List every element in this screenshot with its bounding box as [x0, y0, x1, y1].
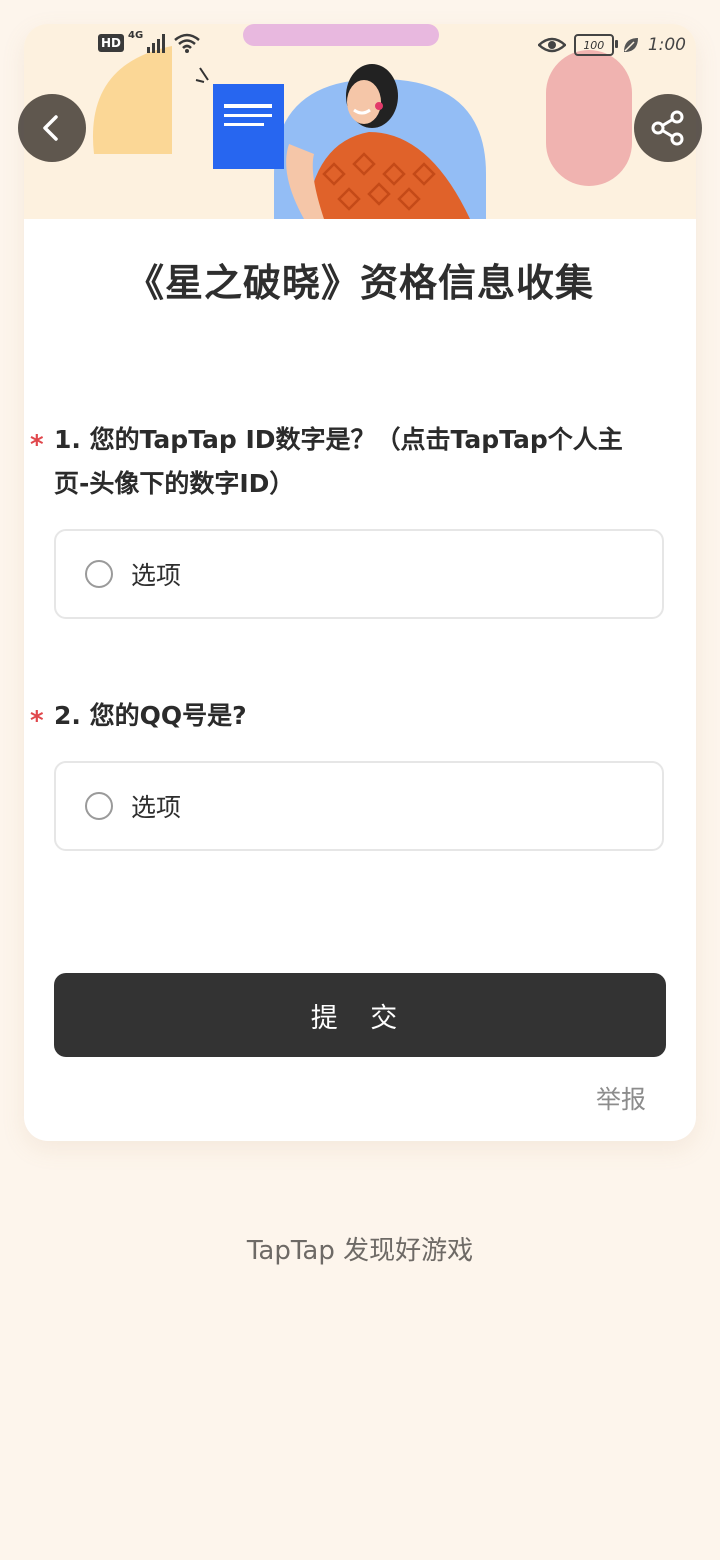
back-button[interactable] [18, 94, 86, 162]
form-title: 《星之破晓》资格信息收集 [125, 261, 594, 305]
required-mark: * [30, 430, 44, 460]
option-label: 选项 [131, 561, 182, 590]
question-2-option[interactable]: 选项 [54, 761, 664, 851]
status-bar-right: 100 1:00 [537, 30, 686, 60]
page: 《星之破晓》资格信息收集 * 1. 您的TapTap ID数字是？（点击TapT… [0, 0, 720, 1560]
leaf-icon [623, 38, 638, 52]
report-link[interactable]: 举报 [596, 1080, 646, 1116]
battery-level: 100 [583, 38, 605, 52]
option-label: 选项 [131, 793, 182, 822]
signal-icon [147, 34, 166, 53]
eye-icon [537, 37, 566, 53]
footer-tagline: TapTap 发现好游戏 [246, 1236, 474, 1266]
question-1-option[interactable]: 选项 [54, 529, 664, 619]
radio-circle-icon[interactable] [85, 560, 113, 588]
required-mark: * [30, 706, 44, 736]
hd-badge: HD [98, 34, 125, 52]
share-button[interactable] [634, 94, 702, 162]
status-bar-left: HD 4G [98, 30, 201, 56]
battery-icon: 100 [573, 34, 618, 56]
submit-button[interactable]: 提 交 [54, 973, 666, 1057]
status-time: 1:00 [647, 35, 686, 55]
wifi-icon [174, 33, 200, 53]
chevron-left-icon [43, 115, 58, 141]
radio-circle-icon[interactable] [85, 792, 113, 820]
share-icon [651, 110, 684, 146]
question-2-text: 2. 您的QQ号是? [54, 701, 247, 730]
form-card: 《星之破晓》资格信息收集 * 1. 您的TapTap ID数字是？（点击TapT… [24, 24, 696, 1141]
network-type-label: 4G [128, 29, 144, 41]
question-1-text: 1. 您的TapTap ID数字是？（点击TapTap个人主页-头像下的数字ID… [54, 425, 623, 498]
